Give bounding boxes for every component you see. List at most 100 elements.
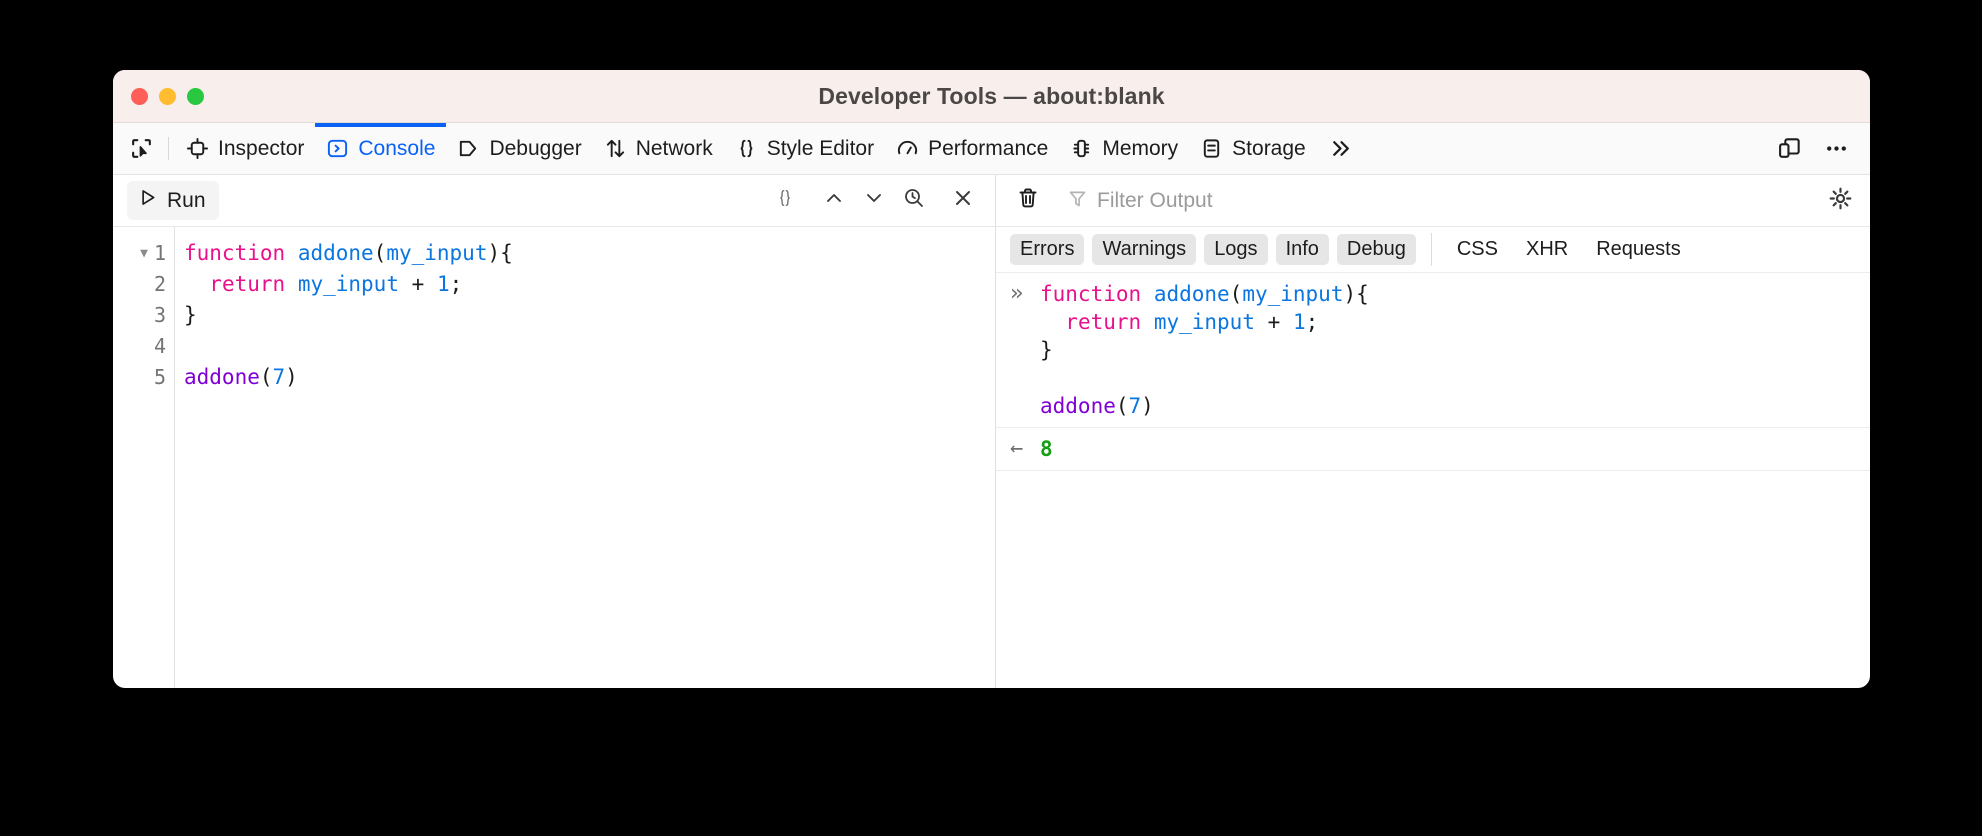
code-line-3: } <box>184 303 197 327</box>
editor-toolbar: Run <box>113 175 995 227</box>
tab-storage[interactable]: Storage <box>1189 123 1317 174</box>
line-number-1: 1 ▼ <box>113 238 174 269</box>
console-echo-line-5: addone(7) <box>1040 394 1154 418</box>
more-options-icon <box>1824 136 1849 161</box>
funnel-icon <box>1067 188 1088 214</box>
previous-expression-button[interactable] <box>814 181 854 221</box>
tab-network[interactable]: Network <box>593 123 724 174</box>
responsive-design-mode-button[interactable] <box>1766 123 1813 174</box>
filter-output-input[interactable]: Filter Output <box>1061 188 1807 214</box>
tab-inspector[interactable]: Inspector <box>175 123 315 174</box>
gear-icon <box>1828 186 1853 216</box>
next-expression-button[interactable] <box>854 181 894 221</box>
inspector-icon <box>186 137 209 160</box>
console-output[interactable]: » function addone(my_input){ return my_in… <box>996 273 1870 688</box>
network-icon <box>604 137 627 160</box>
responsive-design-mode-icon <box>1777 136 1802 161</box>
code-line-5: addone(7) <box>184 365 298 389</box>
element-picker-button[interactable] <box>125 123 162 174</box>
console-echo-line-3: } <box>1040 338 1053 362</box>
console-toolbar: Filter Output <box>996 175 1870 227</box>
tab-memory-label: Memory <box>1102 136 1179 160</box>
filter-chip-css[interactable]: CSS <box>1447 234 1508 265</box>
console-result-entry[interactable]: ← 8 <box>996 428 1870 471</box>
tab-performance[interactable]: Performance <box>885 123 1059 174</box>
code-line-2: return my_input + 1; <box>209 272 463 296</box>
console-echo-line-1: function addone(my_input){ <box>1040 282 1369 306</box>
minimize-button[interactable] <box>159 87 176 105</box>
filter-chip-logs[interactable]: Logs <box>1204 234 1268 265</box>
filter-divider <box>1430 233 1432 266</box>
run-button-label: Run <box>167 188 206 212</box>
chevron-double-right-icon <box>1328 136 1353 161</box>
console-input-entry[interactable]: » function addone(my_input){ return my_in… <box>996 273 1870 428</box>
console-settings-button[interactable] <box>1820 181 1860 221</box>
code-line-1: function addone(my_input){ <box>184 241 513 265</box>
tab-overflow-button[interactable] <box>1317 123 1364 174</box>
console-result-value: 8 <box>1040 437 1053 461</box>
window-title: Developer Tools — about:blank <box>818 82 1165 109</box>
filter-chip-info[interactable]: Info <box>1275 234 1329 265</box>
more-options-button[interactable] <box>1813 123 1860 174</box>
performance-icon <box>896 137 919 160</box>
chevron-up-icon <box>822 186 846 215</box>
multiline-editor-pane: Run 1 ▼ 2 3 4 5 function addone(my_input… <box>113 175 996 688</box>
tab-console[interactable]: Console <box>315 123 447 174</box>
storage-icon <box>1200 137 1223 160</box>
tab-performance-label: Performance <box>928 136 1049 160</box>
close-icon <box>951 186 975 215</box>
memory-icon <box>1070 137 1093 160</box>
result-arrow-icon: ← <box>1010 436 1024 461</box>
devtools-window: Developer Tools — about:blank Inspector <box>113 70 1870 688</box>
filter-chip-errors[interactable]: Errors <box>1010 234 1085 265</box>
close-editor-button[interactable] <box>943 181 983 221</box>
console-entry-body: function addone(my_input){ return my_inp… <box>1040 280 1369 420</box>
expression-history-button[interactable] <box>894 181 934 221</box>
tab-style-editor[interactable]: Style Editor <box>724 123 885 174</box>
console-pane: Filter Output Errors Warnings Logs Info Debu… <box>996 175 1870 688</box>
tab-debugger[interactable]: Debugger <box>446 123 592 174</box>
console-echo-line-2: return my_input + 1; <box>1065 310 1319 334</box>
filter-chip-debug[interactable]: Debug <box>1336 234 1416 265</box>
filter-chip-requests[interactable]: Requests <box>1586 234 1691 265</box>
line-number-gutter: 1 ▼ 2 3 4 5 <box>113 227 175 688</box>
pretty-print-icon <box>774 187 796 214</box>
code-content[interactable]: function addone(my_input){ return my_inp… <box>175 227 995 688</box>
clear-console-button[interactable] <box>1008 181 1048 221</box>
tab-storage-label: Storage <box>1232 136 1306 160</box>
chevron-down-icon <box>862 186 886 215</box>
close-button[interactable] <box>131 87 148 105</box>
console-entry-body: 8 <box>1040 435 1053 463</box>
devtools-body: Run 1 ▼ 2 3 4 5 function addone(my_input… <box>113 175 1870 688</box>
style-editor-icon <box>735 137 758 160</box>
tab-style-editor-label: Style Editor <box>766 136 875 160</box>
input-prompt-icon: » <box>1010 281 1024 306</box>
zoom-button[interactable] <box>187 87 204 105</box>
tab-inspector-label: Inspector <box>218 136 305 160</box>
line-number-4: 4 <box>153 334 166 358</box>
code-editor[interactable]: 1 ▼ 2 3 4 5 function addone(my_input){ return… <box>113 227 995 688</box>
play-icon <box>137 187 158 214</box>
fold-triangle-icon[interactable]: ▼ <box>140 238 148 269</box>
title-bar: Developer Tools — about:blank <box>113 70 1870 123</box>
console-echo-line-4 <box>1040 364 1369 392</box>
history-search-icon <box>902 186 926 215</box>
filter-chip-warnings[interactable]: Warnings <box>1092 234 1197 265</box>
tab-console-label: Console <box>358 136 436 160</box>
line-number-5: 5 <box>153 365 166 389</box>
element-picker-icon <box>129 136 154 161</box>
console-icon <box>326 137 349 160</box>
traffic-lights <box>131 87 204 105</box>
tab-debugger-label: Debugger <box>489 136 582 160</box>
toolbar-divider <box>168 137 169 160</box>
trash-icon <box>1016 186 1040 215</box>
pretty-print-button[interactable] <box>765 181 805 221</box>
tab-memory[interactable]: Memory <box>1059 123 1189 174</box>
filter-chip-xhr[interactable]: XHR <box>1516 234 1578 265</box>
debugger-icon <box>457 137 480 160</box>
run-button[interactable]: Run <box>127 181 219 220</box>
line-number-3: 3 <box>153 303 166 327</box>
line-number-2: 2 <box>153 272 166 296</box>
devtools-tab-bar: Inspector Console Debugger Network Style… <box>113 123 1870 175</box>
